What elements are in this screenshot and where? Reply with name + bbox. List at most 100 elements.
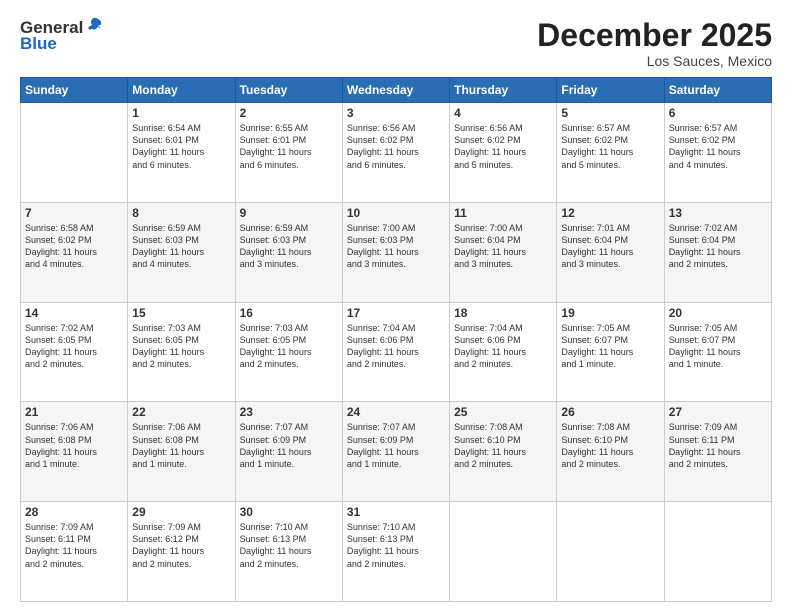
day-number: 26 <box>561 405 659 419</box>
calendar-table: SundayMondayTuesdayWednesdayThursdayFrid… <box>20 77 772 602</box>
calendar-cell: 17 Sunrise: 7:04 AM Sunset: 6:06 PM Dayli… <box>342 302 449 402</box>
calendar-cell <box>21 103 128 203</box>
day-info: Sunrise: 6:57 AM Sunset: 6:02 PM Dayligh… <box>669 122 767 171</box>
calendar-week-row: 28Sunrise: 7:09 AM Sunset: 6:11 PM Dayli… <box>21 502 772 602</box>
day-info: Sunrise: 6:56 AM Sunset: 6:02 PM Dayligh… <box>454 122 552 171</box>
month-title: December 2025 <box>537 18 772 53</box>
calendar-cell: 18 Sunrise: 7:04 AM Sunset: 6:06 PM Dayli… <box>450 302 557 402</box>
calendar-cell: 28Sunrise: 7:09 AM Sunset: 6:11 PM Dayli… <box>21 502 128 602</box>
page: General Blue December 2025 Los Sauces, M… <box>0 0 792 612</box>
calendar-cell: 23 Sunrise: 7:07 AM Sunset: 6:09 PM Dayli… <box>235 402 342 502</box>
day-info: Sunrise: 7:05 AM Sunset: 6:07 PM Dayligh… <box>669 322 767 371</box>
day-info: Sunrise: 7:04 AM Sunset: 6:06 PM Dayligh… <box>347 322 445 371</box>
day-number: 17 <box>347 306 445 320</box>
calendar-cell: 16 Sunrise: 7:03 AM Sunset: 6:05 PM Dayli… <box>235 302 342 402</box>
calendar-cell: 4 Sunrise: 6:56 AM Sunset: 6:02 PM Daylig… <box>450 103 557 203</box>
calendar-week-row: 21 Sunrise: 7:06 AM Sunset: 6:08 PM Dayli… <box>21 402 772 502</box>
day-number: 29 <box>132 505 230 519</box>
day-info: Sunrise: 7:09 AM Sunset: 6:11 PM Dayligh… <box>25 521 123 570</box>
calendar-cell: 12 Sunrise: 7:01 AM Sunset: 6:04 PM Dayli… <box>557 202 664 302</box>
day-info: Sunrise: 7:03 AM Sunset: 6:05 PM Dayligh… <box>132 322 230 371</box>
calendar-cell: 31 Sunrise: 7:10 AM Sunset: 6:13 PM Dayli… <box>342 502 449 602</box>
day-info: Sunrise: 6:59 AM Sunset: 6:03 PM Dayligh… <box>132 222 230 271</box>
calendar-cell: 25 Sunrise: 7:08 AM Sunset: 6:10 PM Dayli… <box>450 402 557 502</box>
calendar-cell: 20 Sunrise: 7:05 AM Sunset: 6:07 PM Dayli… <box>664 302 771 402</box>
day-number: 7 <box>25 206 123 220</box>
day-number: 6 <box>669 106 767 120</box>
day-info: Sunrise: 6:55 AM Sunset: 6:01 PM Dayligh… <box>240 122 338 171</box>
day-info: Sunrise: 7:09 AM Sunset: 6:11 PM Dayligh… <box>669 421 767 470</box>
calendar-cell: 24Sunrise: 7:07 AM Sunset: 6:09 PM Dayli… <box>342 402 449 502</box>
calendar-cell: 5Sunrise: 6:57 AM Sunset: 6:02 PM Daylig… <box>557 103 664 203</box>
calendar-cell: 2 Sunrise: 6:55 AM Sunset: 6:01 PM Daylig… <box>235 103 342 203</box>
day-info: Sunrise: 7:03 AM Sunset: 6:05 PM Dayligh… <box>240 322 338 371</box>
day-info: Sunrise: 7:04 AM Sunset: 6:06 PM Dayligh… <box>454 322 552 371</box>
day-info: Sunrise: 7:07 AM Sunset: 6:09 PM Dayligh… <box>347 421 445 470</box>
title-block: December 2025 Los Sauces, Mexico <box>537 18 772 69</box>
header: General Blue December 2025 Los Sauces, M… <box>20 18 772 69</box>
day-number: 22 <box>132 405 230 419</box>
calendar-cell: 13 Sunrise: 7:02 AM Sunset: 6:04 PM Dayli… <box>664 202 771 302</box>
day-info: Sunrise: 7:08 AM Sunset: 6:10 PM Dayligh… <box>561 421 659 470</box>
day-info: Sunrise: 7:06 AM Sunset: 6:08 PM Dayligh… <box>132 421 230 470</box>
day-info: Sunrise: 7:10 AM Sunset: 6:13 PM Dayligh… <box>347 521 445 570</box>
day-info: Sunrise: 7:01 AM Sunset: 6:04 PM Dayligh… <box>561 222 659 271</box>
calendar-header-friday: Friday <box>557 78 664 103</box>
calendar-header-thursday: Thursday <box>450 78 557 103</box>
day-number: 12 <box>561 206 659 220</box>
calendar-cell: 9 Sunrise: 6:59 AM Sunset: 6:03 PM Daylig… <box>235 202 342 302</box>
calendar-cell: 22 Sunrise: 7:06 AM Sunset: 6:08 PM Dayli… <box>128 402 235 502</box>
day-number: 5 <box>561 106 659 120</box>
day-number: 25 <box>454 405 552 419</box>
day-number: 2 <box>240 106 338 120</box>
calendar-cell: 30 Sunrise: 7:10 AM Sunset: 6:13 PM Dayli… <box>235 502 342 602</box>
calendar-cell <box>664 502 771 602</box>
calendar-header-wednesday: Wednesday <box>342 78 449 103</box>
calendar-header-row: SundayMondayTuesdayWednesdayThursdayFrid… <box>21 78 772 103</box>
day-number: 20 <box>669 306 767 320</box>
day-info: Sunrise: 6:58 AM Sunset: 6:02 PM Dayligh… <box>25 222 123 271</box>
day-info: Sunrise: 7:08 AM Sunset: 6:10 PM Dayligh… <box>454 421 552 470</box>
calendar-header-sunday: Sunday <box>21 78 128 103</box>
day-number: 21 <box>25 405 123 419</box>
day-number: 9 <box>240 206 338 220</box>
calendar-cell <box>450 502 557 602</box>
calendar-week-row: 1 Sunrise: 6:54 AM Sunset: 6:01 PM Daylig… <box>21 103 772 203</box>
calendar-cell: 29 Sunrise: 7:09 AM Sunset: 6:12 PM Dayli… <box>128 502 235 602</box>
day-info: Sunrise: 7:02 AM Sunset: 6:05 PM Dayligh… <box>25 322 123 371</box>
day-info: Sunrise: 6:59 AM Sunset: 6:03 PM Dayligh… <box>240 222 338 271</box>
calendar-cell <box>557 502 664 602</box>
location: Los Sauces, Mexico <box>537 53 772 69</box>
calendar-week-row: 14 Sunrise: 7:02 AM Sunset: 6:05 PM Dayli… <box>21 302 772 402</box>
day-number: 31 <box>347 505 445 519</box>
day-info: Sunrise: 7:02 AM Sunset: 6:04 PM Dayligh… <box>669 222 767 271</box>
calendar-cell: 26 Sunrise: 7:08 AM Sunset: 6:10 PM Dayli… <box>557 402 664 502</box>
calendar-cell: 21Sunrise: 7:06 AM Sunset: 6:08 PM Dayli… <box>21 402 128 502</box>
calendar-header-tuesday: Tuesday <box>235 78 342 103</box>
day-number: 23 <box>240 405 338 419</box>
day-info: Sunrise: 7:05 AM Sunset: 6:07 PM Dayligh… <box>561 322 659 371</box>
calendar-week-row: 7 Sunrise: 6:58 AM Sunset: 6:02 PM Daylig… <box>21 202 772 302</box>
day-info: Sunrise: 7:10 AM Sunset: 6:13 PM Dayligh… <box>240 521 338 570</box>
day-number: 11 <box>454 206 552 220</box>
calendar-cell: 14 Sunrise: 7:02 AM Sunset: 6:05 PM Dayli… <box>21 302 128 402</box>
day-info: Sunrise: 6:56 AM Sunset: 6:02 PM Dayligh… <box>347 122 445 171</box>
day-number: 30 <box>240 505 338 519</box>
calendar-cell: 27Sunrise: 7:09 AM Sunset: 6:11 PM Dayli… <box>664 402 771 502</box>
day-number: 18 <box>454 306 552 320</box>
day-number: 19 <box>561 306 659 320</box>
day-info: Sunrise: 7:07 AM Sunset: 6:09 PM Dayligh… <box>240 421 338 470</box>
day-info: Sunrise: 7:00 AM Sunset: 6:04 PM Dayligh… <box>454 222 552 271</box>
logo-bird-icon <box>85 16 103 34</box>
day-number: 4 <box>454 106 552 120</box>
calendar-cell: 11 Sunrise: 7:00 AM Sunset: 6:04 PM Dayli… <box>450 202 557 302</box>
day-number: 13 <box>669 206 767 220</box>
day-number: 14 <box>25 306 123 320</box>
calendar-cell: 6 Sunrise: 6:57 AM Sunset: 6:02 PM Daylig… <box>664 103 771 203</box>
calendar-cell: 19 Sunrise: 7:05 AM Sunset: 6:07 PM Dayli… <box>557 302 664 402</box>
day-number: 16 <box>240 306 338 320</box>
day-info: Sunrise: 7:09 AM Sunset: 6:12 PM Dayligh… <box>132 521 230 570</box>
day-number: 3 <box>347 106 445 120</box>
day-number: 1 <box>132 106 230 120</box>
day-info: Sunrise: 6:54 AM Sunset: 6:01 PM Dayligh… <box>132 122 230 171</box>
